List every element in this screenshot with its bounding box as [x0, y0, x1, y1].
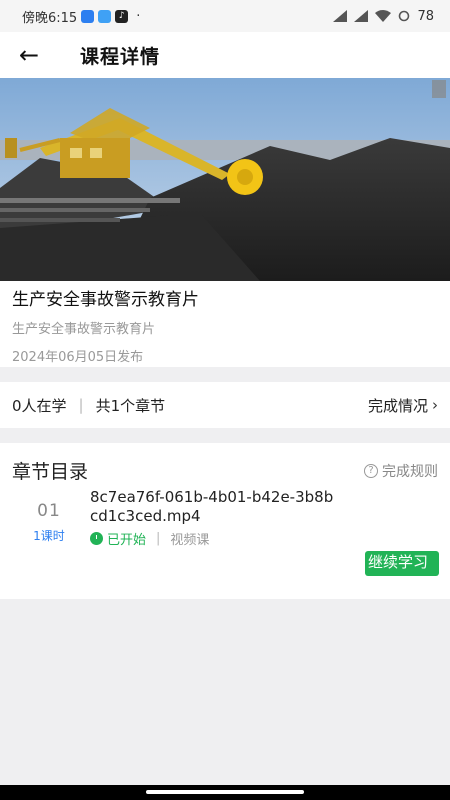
- continue-learning-button[interactable]: 继续学习: [365, 551, 439, 576]
- lesson-meta-separator: |: [156, 531, 161, 546]
- wifi-icon: [375, 10, 392, 22]
- completion-rules-label: 完成规则: [382, 463, 438, 480]
- cloud-notification-icon: [98, 9, 112, 23]
- app-notification-icon: [81, 9, 95, 23]
- clock-icon: [90, 532, 103, 545]
- battery-level: 78: [417, 8, 434, 24]
- lesson-status-label: 已开始: [107, 533, 147, 548]
- lesson-status: 已开始: [90, 529, 146, 548]
- status-time: 傍晚6:15: [22, 10, 78, 26]
- status-right: 78: [333, 9, 434, 24]
- chapter-count: 共1个章节: [95, 396, 166, 415]
- signal-icon-2: [354, 10, 369, 22]
- home-indicator: [0, 785, 450, 800]
- lesson-meta: 已开始 | 视频课: [90, 529, 209, 548]
- lesson-hours: 1课时: [33, 529, 65, 543]
- stats-separator: |: [78, 396, 84, 414]
- status-left: 傍晚6:15 ♪ ·: [22, 7, 140, 26]
- course-title: 生产安全事故警示教育片: [12, 290, 199, 310]
- back-arrow-icon: ←: [18, 41, 40, 69]
- status-bar: 傍晚6:15 ♪ · 78: [0, 0, 450, 32]
- chapter-list-header: 章节目录 ? 完成规则: [12, 457, 438, 484]
- course-subtitle: 生产安全事故警示教育片: [12, 322, 156, 337]
- tiktok-icon: ♪: [115, 9, 129, 23]
- course-info-card: 生产安全事故警示教育片 生产安全事故警示教育片 2024年06月05日发布: [0, 281, 450, 367]
- lesson-title[interactable]: 8c7ea76f-061b-4b01-b42e-3b8bcd1c3ced.mp4: [90, 488, 340, 526]
- publish-date: 2024年06月05日发布: [12, 350, 144, 365]
- lesson-index: 01: [37, 501, 61, 521]
- status-dot: ·: [136, 8, 141, 24]
- chevron-right-icon: ›: [432, 396, 438, 414]
- course-banner-image: [0, 78, 450, 281]
- chapter-list-heading: 章节目录: [12, 461, 89, 483]
- learner-count: 0人在学: [12, 396, 67, 415]
- page-title: 课程详情: [80, 45, 161, 68]
- home-bar[interactable]: [146, 790, 304, 794]
- question-circle-icon: ?: [364, 463, 378, 478]
- completion-rules-link[interactable]: ? 完成规则: [364, 461, 438, 481]
- course-stats-bar: 0人在学 | 共1个章节 完成情况 ›: [0, 382, 450, 428]
- lesson-type: 视频课: [170, 533, 210, 548]
- back-button[interactable]: ←: [0, 32, 58, 78]
- completion-status-label: 完成情况: [367, 396, 428, 415]
- signal-icon: [333, 10, 348, 22]
- nav-bar: ← 课程详情: [0, 32, 450, 78]
- completion-status-link[interactable]: 完成情况 ›: [368, 395, 438, 416]
- lesson-number-block: 01 1课时: [24, 501, 74, 544]
- sync-icon: [399, 10, 410, 22]
